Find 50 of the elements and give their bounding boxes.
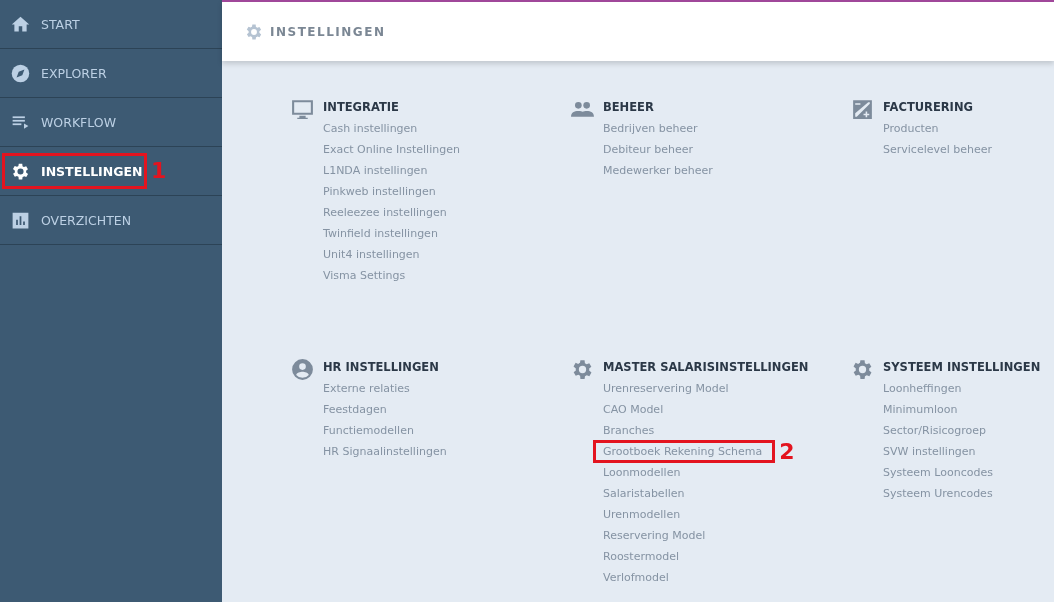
settings-link[interactable]: Systeem Urencodes <box>883 487 993 500</box>
section-heading: HR INSTELLINGEN <box>323 359 440 376</box>
settings-link[interactable]: L1NDA instellingen <box>323 164 428 177</box>
settings-link[interactable]: Debiteur beheer <box>603 143 694 156</box>
settings-link[interactable]: Visma Settings <box>323 269 406 282</box>
document-plus-icon <box>850 97 875 122</box>
section-heading: FACTURERING <box>883 99 974 116</box>
settings-link[interactable]: Producten <box>883 122 939 135</box>
callout-number: 1 <box>151 160 167 182</box>
sidebar-item[interactable]: INSTELLINGEN <box>2 153 147 189</box>
settings-link[interactable]: Pinkweb instellingen <box>323 185 436 198</box>
sidebar-item[interactable]: OVERZICHTEN <box>0 202 141 238</box>
section-heading: MASTER SALARISINSTELLINGEN <box>603 359 809 376</box>
settings-link[interactable]: Salaristabellen <box>603 487 685 500</box>
section-heading: BEHEER <box>603 99 655 116</box>
settings-link[interactable]: Verlofmodel <box>603 571 669 584</box>
settings-link[interactable]: Cash instellingen <box>323 122 418 135</box>
settings-link[interactable]: Functiemodellen <box>323 424 414 437</box>
settings-link[interactable]: Roostermodel <box>603 550 679 563</box>
settings-link[interactable]: Unit4 instellingen <box>323 248 420 261</box>
page-title: INSTELLINGEN <box>270 24 386 39</box>
settings-link[interactable]: SVW instellingen <box>883 445 976 458</box>
settings-link[interactable]: Reeleezee instellingen <box>323 206 447 219</box>
settings-link[interactable]: Branches <box>603 424 655 437</box>
settings-link[interactable]: Sector/Risicogroep <box>883 424 987 437</box>
monitor-icon <box>290 97 315 122</box>
settings-link[interactable]: CAO Model <box>603 403 664 416</box>
settings-link[interactable]: Feestdagen <box>323 403 387 416</box>
settings-link[interactable]: Servicelevel beheer <box>883 143 993 156</box>
settings-link[interactable]: Urenreservering Model <box>603 382 729 395</box>
settings-link[interactable]: HR Signaalinstellingen <box>323 445 447 458</box>
settings-link[interactable]: Minimumloon <box>883 403 958 416</box>
settings-link[interactable]: Exact Online Instellingen <box>323 143 460 156</box>
settings-link[interactable]: Loonmodellen <box>603 466 681 479</box>
settings-link[interactable]: Reservering Model <box>603 529 706 542</box>
settings-link[interactable]: Externe relaties <box>323 382 410 395</box>
compass-icon <box>10 62 31 84</box>
settings-link[interactable]: Urenmodellen <box>603 508 681 521</box>
settings-link[interactable]: Systeem Looncodes <box>883 466 993 479</box>
settings-link[interactable]: Grootboek Rekening Schema <box>593 440 776 463</box>
settings-link[interactable]: Loonheffingen <box>883 382 962 395</box>
settings-link[interactable]: Medewerker beheer <box>603 164 713 177</box>
section-heading: SYSTEEM INSTELLINGEN <box>883 359 1041 376</box>
section-heading: INTEGRATIE <box>323 99 400 116</box>
settings-link[interactable]: Twinfield instellingen <box>323 227 438 240</box>
sidebar-item[interactable]: WORKFLOW <box>0 104 126 140</box>
sidebar-item[interactable]: START <box>0 6 90 42</box>
callout-number: 2 <box>779 440 795 463</box>
sidebar-item[interactable]: EXPLORER <box>0 55 117 91</box>
settings-link[interactable]: Bedrijven beheer <box>603 122 698 135</box>
